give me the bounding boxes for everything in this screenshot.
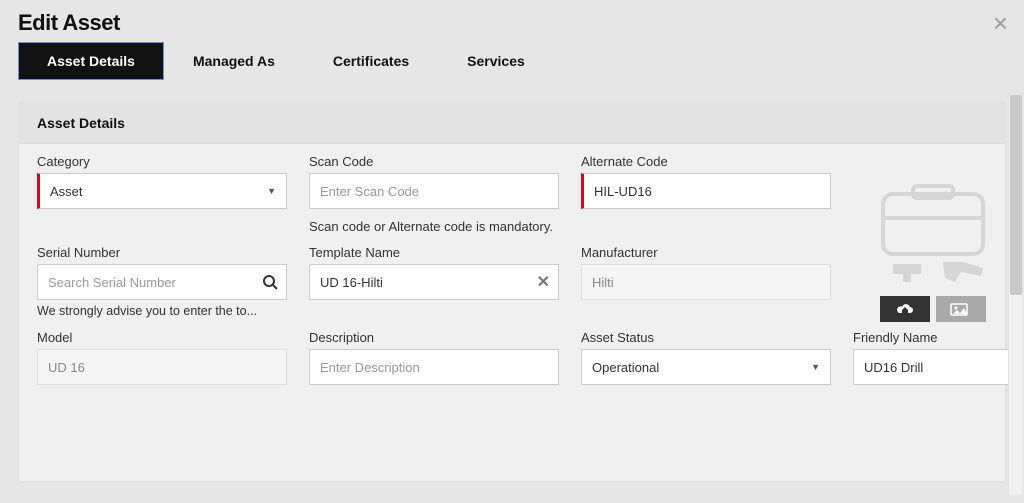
image-action-row — [880, 296, 986, 322]
field-manufacturer: Manufacturer Hilti — [581, 245, 831, 300]
label-friendly-name: Friendly Name — [853, 330, 1013, 345]
field-serial-number: Serial Number We strongly advise you to … — [37, 245, 287, 318]
field-template-name: Template Name ✕ — [309, 245, 559, 300]
model-input: UD 16 — [37, 349, 287, 385]
modal-title: Edit Asset — [18, 10, 120, 36]
serial-number-helper: We strongly advise you to enter the to..… — [37, 304, 287, 318]
asset-placeholder-image — [873, 184, 993, 284]
scan-code-hint: Scan code or Alternate code is mandatory… — [309, 219, 831, 234]
upload-cloud-icon — [896, 302, 914, 316]
field-category: Category Asset — [37, 154, 287, 209]
image-delete-icon — [950, 302, 972, 316]
manufacturer-value: Hilti — [592, 275, 614, 290]
asset-details-panel: Asset Details Category Asset Scan Code A… — [18, 102, 1006, 482]
label-serial-number: Serial Number — [37, 245, 287, 260]
scrollbar[interactable] — [1008, 95, 1022, 495]
asset-image-column — [853, 154, 1013, 322]
template-name-input-wrap: ✕ — [309, 264, 559, 300]
label-asset-status: Asset Status — [581, 330, 831, 345]
clear-template-icon[interactable]: ✕ — [537, 272, 550, 292]
template-name-input[interactable] — [320, 265, 548, 299]
alternate-code-input[interactable] — [594, 174, 820, 208]
field-description: Description — [309, 330, 559, 385]
scan-code-input-wrap — [309, 173, 559, 209]
asset-status-select[interactable]: Operational — [581, 349, 831, 385]
label-category: Category — [37, 154, 287, 169]
friendly-name-input-wrap — [853, 349, 1013, 385]
description-input[interactable] — [320, 350, 548, 384]
manufacturer-input: Hilti — [581, 264, 831, 300]
field-model: Model UD 16 — [37, 330, 287, 385]
category-select[interactable]: Asset — [37, 173, 287, 209]
scan-code-input[interactable] — [320, 174, 548, 208]
tab-managed-as[interactable]: Managed As — [164, 42, 304, 80]
label-description: Description — [309, 330, 559, 345]
tab-bar: Asset Details Managed As Certificates Se… — [0, 42, 1024, 80]
label-manufacturer: Manufacturer — [581, 245, 831, 260]
section-title: Asset Details — [19, 103, 1005, 144]
field-asset-status: Asset Status Operational — [581, 330, 831, 385]
category-value: Asset — [50, 184, 83, 199]
alternate-code-input-wrap — [581, 173, 831, 209]
modal-header: Edit Asset × — [0, 0, 1024, 42]
field-friendly-name: Friendly Name — [853, 330, 1013, 385]
asset-status-value: Operational — [592, 360, 659, 375]
field-scan-code: Scan Code — [309, 154, 559, 209]
friendly-name-input[interactable] — [864, 350, 1002, 384]
serial-number-input-wrap — [37, 264, 287, 300]
upload-image-button[interactable] — [880, 296, 930, 322]
remove-image-button[interactable] — [936, 296, 986, 322]
label-alternate-code: Alternate Code — [581, 154, 831, 169]
tab-asset-details[interactable]: Asset Details — [18, 42, 164, 80]
form-grid: Category Asset Scan Code Alternate Code — [19, 144, 1005, 385]
close-icon[interactable]: × — [993, 10, 1008, 36]
label-scan-code: Scan Code — [309, 154, 559, 169]
serial-number-input[interactable] — [48, 265, 276, 299]
tab-certificates[interactable]: Certificates — [304, 42, 438, 80]
label-model: Model — [37, 330, 287, 345]
search-icon[interactable] — [262, 274, 278, 290]
label-template-name: Template Name — [309, 245, 559, 260]
tab-services[interactable]: Services — [438, 42, 554, 80]
model-value: UD 16 — [48, 360, 85, 375]
scroll-thumb[interactable] — [1010, 95, 1022, 295]
field-alternate-code: Alternate Code — [581, 154, 831, 209]
edit-asset-modal: Edit Asset × Asset Details Managed As Ce… — [0, 0, 1024, 503]
description-input-wrap — [309, 349, 559, 385]
